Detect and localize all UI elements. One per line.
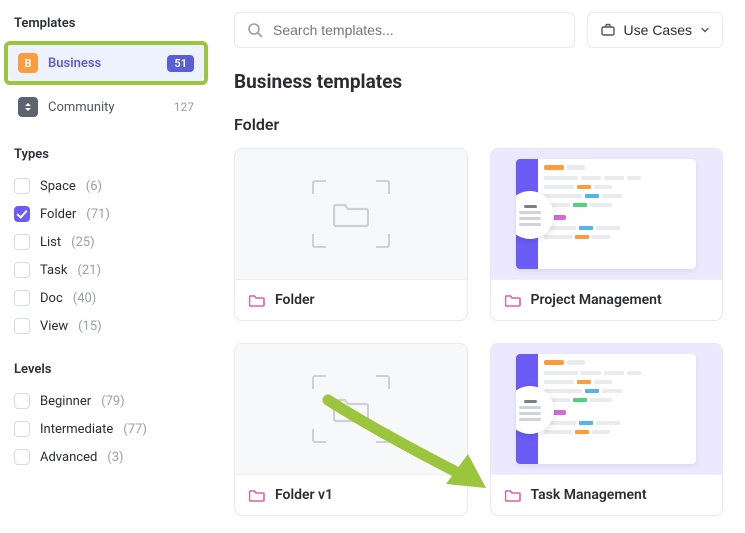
template-grid: Folder bbox=[234, 148, 723, 516]
checkbox-checked-icon bbox=[14, 206, 30, 222]
sidebar: Templates B Business 51 Community 127 Ty… bbox=[0, 0, 212, 533]
filter-count: (15) bbox=[78, 319, 102, 334]
filter-label: Intermediate bbox=[40, 422, 113, 437]
folder-icon bbox=[249, 487, 265, 503]
card-thumbnail bbox=[235, 344, 467, 474]
template-card-folder-v1[interactable]: Folder v1 bbox=[234, 343, 468, 516]
briefcase-icon bbox=[600, 22, 616, 38]
card-thumbnail bbox=[491, 149, 723, 279]
filter-count: (6) bbox=[86, 179, 102, 194]
sidebar-heading-levels: Levels bbox=[8, 358, 204, 387]
card-label: Folder v1 bbox=[275, 487, 333, 503]
sidebar-item-label: Community bbox=[48, 100, 115, 115]
card-label-row: Task Management bbox=[491, 474, 723, 515]
filter-count: (79) bbox=[101, 394, 125, 409]
search-input[interactable] bbox=[273, 22, 562, 38]
filter-count: (40) bbox=[73, 291, 97, 306]
checkbox-icon bbox=[14, 234, 30, 250]
filter-level-intermediate[interactable]: Intermediate (77) bbox=[8, 415, 204, 443]
chevron-down-icon bbox=[700, 25, 710, 35]
folder-icon bbox=[249, 292, 265, 308]
filter-type-space[interactable]: Space (6) bbox=[8, 172, 204, 200]
filter-label: Space bbox=[40, 179, 76, 194]
template-card-folder[interactable]: Folder bbox=[234, 148, 468, 321]
template-card-task-management[interactable]: Task Management bbox=[490, 343, 724, 516]
placeholder-folder-icon bbox=[312, 180, 390, 248]
filter-count: (71) bbox=[86, 207, 110, 222]
sidebar-item-label: Business bbox=[48, 56, 101, 71]
card-label-row: Project Management bbox=[491, 279, 723, 320]
filter-level-beginner[interactable]: Beginner (79) bbox=[8, 387, 204, 415]
filter-label: Doc bbox=[40, 291, 63, 306]
sidebar-item-count-badge: 51 bbox=[167, 55, 194, 72]
folder-icon bbox=[505, 487, 521, 503]
folder-icon bbox=[505, 292, 521, 308]
placeholder-folder-icon bbox=[312, 375, 390, 443]
template-card-project-management[interactable]: Project Management bbox=[490, 148, 724, 321]
checkbox-icon bbox=[14, 290, 30, 306]
highlight-annotation: B Business 51 bbox=[4, 41, 208, 85]
checkbox-icon bbox=[14, 178, 30, 194]
filter-level-advanced[interactable]: Advanced (3) bbox=[8, 443, 204, 471]
filter-label: View bbox=[40, 319, 68, 334]
business-letter-icon: B bbox=[18, 53, 38, 73]
mock-screenshot bbox=[516, 159, 696, 269]
sidebar-item-count: 127 bbox=[174, 100, 194, 114]
topbar: Use Cases bbox=[234, 12, 723, 48]
card-thumbnail bbox=[235, 149, 467, 279]
checkbox-icon bbox=[14, 318, 30, 334]
checkbox-icon bbox=[14, 393, 30, 409]
filter-count: (21) bbox=[77, 263, 101, 278]
search-input-wrapper[interactable] bbox=[234, 12, 575, 48]
filter-type-list[interactable]: List (25) bbox=[8, 228, 204, 256]
card-label-row: Folder v1 bbox=[235, 474, 467, 515]
filter-type-doc[interactable]: Doc (40) bbox=[8, 284, 204, 312]
card-label: Project Management bbox=[531, 292, 662, 308]
mock-screenshot bbox=[516, 354, 696, 464]
community-sort-icon bbox=[18, 97, 38, 117]
checkbox-icon bbox=[14, 421, 30, 437]
sidebar-heading-types: Types bbox=[8, 143, 204, 172]
main-content: Use Cases Business templates Folder Fold… bbox=[212, 0, 745, 533]
filter-count: (25) bbox=[71, 235, 95, 250]
filter-label: Advanced bbox=[40, 450, 97, 465]
filter-label: Folder bbox=[40, 207, 76, 222]
sidebar-item-business[interactable]: B Business 51 bbox=[8, 45, 204, 81]
sidebar-item-community[interactable]: Community 127 bbox=[8, 89, 204, 125]
card-label: Folder bbox=[275, 292, 315, 308]
card-label-row: Folder bbox=[235, 279, 467, 320]
checkbox-icon bbox=[14, 449, 30, 465]
use-cases-label: Use Cases bbox=[624, 22, 692, 38]
filter-label: Beginner bbox=[40, 394, 91, 409]
search-icon bbox=[247, 22, 263, 38]
section-title: Folder bbox=[234, 115, 723, 134]
page-title: Business templates bbox=[234, 70, 723, 93]
sidebar-heading-templates: Templates bbox=[8, 12, 204, 41]
checkbox-icon bbox=[14, 262, 30, 278]
filter-count: (3) bbox=[107, 450, 123, 465]
card-thumbnail bbox=[491, 344, 723, 474]
card-label: Task Management bbox=[531, 487, 647, 503]
filter-type-view[interactable]: View (15) bbox=[8, 312, 204, 340]
filter-label: Task bbox=[40, 263, 67, 278]
filter-label: List bbox=[40, 235, 61, 250]
use-cases-dropdown[interactable]: Use Cases bbox=[587, 12, 723, 48]
filter-type-folder[interactable]: Folder (71) bbox=[8, 200, 204, 228]
filter-type-task[interactable]: Task (21) bbox=[8, 256, 204, 284]
filter-count: (77) bbox=[123, 422, 147, 437]
